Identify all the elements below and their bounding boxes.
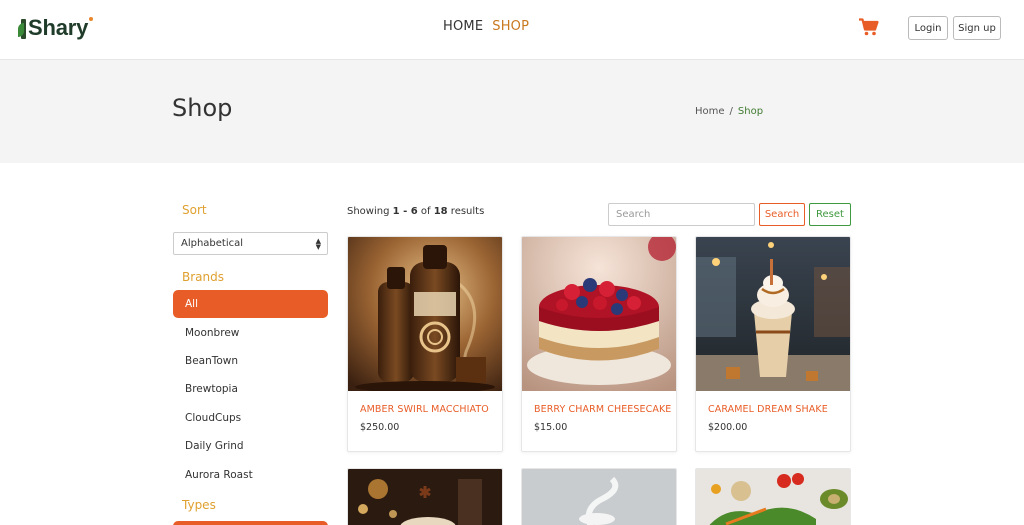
main-nav: HOME SHOP [443,19,529,34]
breadcrumb: Home / Shop [695,106,763,117]
shopping-cart-icon[interactable] [859,18,879,36]
product-name[interactable]: CARAMEL DREAM SHAKE [708,404,828,415]
results-range: 1 - 6 [392,206,418,217]
signup-button[interactable]: Sign up [953,16,1001,40]
brand-item-moonbrew[interactable]: Moonbrew [173,318,328,346]
product-card[interactable]: BERRY CHARM CHEESECAKE $15.00 [521,236,677,452]
brand-item-aurora-roast[interactable]: Aurora Roast [173,460,328,488]
product-image-berry-cheesecake[interactable] [522,237,676,391]
type-item-all[interactable] [173,521,328,525]
product-name[interactable]: BERRY CHARM CHEESECAKE [534,404,671,415]
breadcrumb-home-link[interactable]: Home [695,106,725,117]
logo-leaf-icon [18,17,27,39]
select-arrows-icon: ▲ ▼ [315,237,321,251]
product-image-caramel-shake[interactable] [696,237,850,391]
results-of: of [420,206,431,217]
product-image-cloud-drink[interactable] [522,469,676,525]
breadcrumb-current: Shop [737,106,764,117]
types-heading: Types [182,498,216,512]
logo-dot-icon [89,17,94,21]
product-name[interactable]: AMBER SWIRL MACCHIATO [360,404,489,415]
brands-heading: Brands [182,270,224,284]
product-price: $200.00 [708,422,748,433]
product-card[interactable]: AMBER SWIRL MACCHIATO $250.00 [347,236,503,452]
brand-item-cloudcups[interactable]: CloudCups [173,404,328,432]
nav-home-link[interactable]: HOME [443,19,483,34]
product-image-amber-swirl[interactable] [348,237,502,391]
login-button[interactable]: Login [908,16,948,40]
results-prefix: Showing [347,206,390,217]
product-card[interactable] [695,468,851,525]
product-card[interactable] [347,468,503,525]
search-input[interactable]: Search [608,203,755,226]
brand-item-beantown[interactable]: BeanTown [173,347,328,375]
results-word: results [450,206,485,217]
sort-select-value: Alphabetical [181,238,244,249]
product-price: $250.00 [360,422,400,433]
nav-shop-link[interactable]: SHOP [492,19,529,34]
product-card[interactable]: CARAMEL DREAM SHAKE $200.00 [695,236,851,452]
results-count: Showing 1 - 6 of 18 results [347,206,484,217]
logo-text: Shary [28,15,89,40]
brand-item-all[interactable]: All [173,290,328,319]
product-image-salad[interactable] [696,469,850,525]
search-button[interactable]: Search [759,203,805,226]
product-image-spiced-latte[interactable] [348,469,502,525]
product-card[interactable] [521,468,677,525]
sort-heading: Sort [182,203,207,217]
site-logo[interactable]: Shary [18,15,94,41]
brand-item-daily-grind[interactable]: Daily Grind [173,432,328,460]
reset-button[interactable]: Reset [809,203,851,226]
site-header: Shary HOME SHOP Login Sign up [0,0,1024,60]
brand-item-brewtopia[interactable]: Brewtopia [173,375,328,403]
results-total: 18 [433,206,448,217]
page-banner: Shop Home / Shop [0,60,1024,163]
breadcrumb-separator: / [729,106,733,117]
sort-select[interactable]: Alphabetical ▲ ▼ [173,232,328,255]
page-title: Shop [172,94,233,122]
product-price: $15.00 [534,422,568,433]
brand-list: All Moonbrew BeanTown Brewtopia CloudCup… [173,290,328,489]
